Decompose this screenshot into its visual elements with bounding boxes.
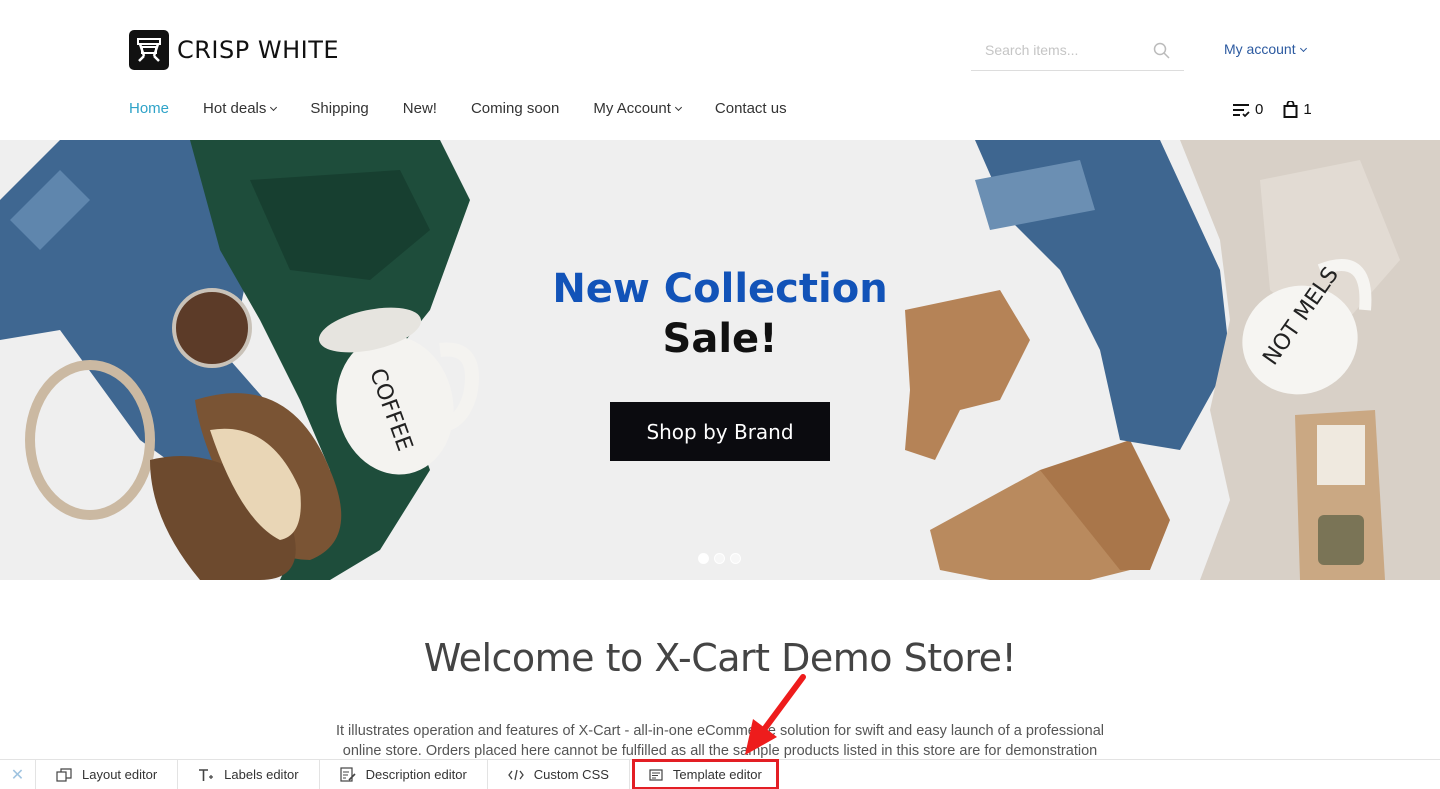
code-icon <box>507 769 524 781</box>
welcome-text: It illustrates operation and features of… <box>335 723 1105 759</box>
site-header: CRISP WHITE My account Home Hot deals Sh… <box>0 0 1440 140</box>
slider-dot[interactable] <box>698 553 709 564</box>
nav-item-label: Coming soon <box>470 100 560 117</box>
shopping-bag-icon <box>1283 101 1298 118</box>
slider-dots <box>698 553 746 564</box>
layout-editor-label: Layout editor <box>82 767 158 782</box>
nav-item-label: My Account <box>593 100 671 117</box>
nav-item-my-account[interactable]: My Account <box>593 100 682 117</box>
nav-item-label: Shipping <box>310 100 369 117</box>
nav-item-coming-soon[interactable]: Coming soon <box>471 100 559 117</box>
template-editor-button[interactable]: Template editor <box>631 759 779 789</box>
custom-css-button[interactable]: Custom CSS <box>488 759 630 789</box>
store-logo[interactable]: CRISP WHITE <box>129 30 339 70</box>
slider-dot[interactable] <box>730 553 741 564</box>
layout-icon <box>56 767 72 782</box>
description-editor-button[interactable]: Description editor <box>320 759 488 789</box>
search-input[interactable] <box>971 32 1141 68</box>
header-icons: 0 1 <box>1232 101 1312 118</box>
nav-item-label: Contact us <box>714 100 787 117</box>
nav-item-home[interactable]: Home <box>129 100 169 117</box>
nav-item-contact-us[interactable]: Contact us <box>715 100 787 117</box>
store-name: CRISP WHITE <box>177 36 340 64</box>
close-icon[interactable]: ✕ <box>0 759 36 789</box>
banner-title: New Collection <box>552 266 888 312</box>
theme-editor-toolbar: ✕ Layout editor Labels editor Descriptio… <box>0 759 1440 789</box>
banner-subtitle: Sale! <box>662 316 778 362</box>
chevron-down-icon <box>270 103 278 112</box>
layout-editor-button[interactable]: Layout editor <box>36 759 179 789</box>
compare-count: 0 <box>1255 101 1264 118</box>
compare-list-button[interactable]: 0 <box>1232 101 1263 118</box>
slider-dot[interactable] <box>714 553 725 564</box>
nav-item-hot-deals[interactable]: Hot deals <box>203 100 278 117</box>
my-account-label: My account <box>1224 41 1296 57</box>
cart-button[interactable]: 1 <box>1283 101 1312 118</box>
chevron-down-icon <box>1299 44 1307 53</box>
custom-css-label: Custom CSS <box>533 767 609 782</box>
labels-editor-button[interactable]: Labels editor <box>178 759 320 789</box>
search-icon[interactable] <box>1153 42 1170 64</box>
my-account-menu[interactable]: My account <box>1224 41 1307 57</box>
template-editor-label: Template editor <box>672 767 762 782</box>
nav-item-label: Home <box>129 100 170 117</box>
edit-doc-icon <box>340 767 356 782</box>
text-icon <box>198 768 214 782</box>
labels-editor-label: Labels editor <box>224 767 299 782</box>
search-box <box>971 32 1184 71</box>
nav-item-new[interactable]: New! <box>403 100 437 117</box>
template-icon <box>649 768 663 781</box>
compare-list-icon <box>1233 103 1250 117</box>
nav-item-label: Hot deals <box>203 100 267 117</box>
nav-item-label: New! <box>402 100 437 117</box>
shop-by-brand-button[interactable]: Shop by Brand <box>610 402 830 461</box>
chevron-down-icon <box>674 103 682 112</box>
cart-count: 1 <box>1303 101 1312 118</box>
hero-banner[interactable]: COFFEE NOT MELS New Collection Sale! Sho… <box>0 140 1440 580</box>
main-nav: Home Hot deals Shipping New! Coming soon… <box>129 100 821 117</box>
welcome-title: Welcome to X-Cart Demo Store! <box>423 636 1017 680</box>
nav-item-shipping[interactable]: Shipping <box>310 100 368 117</box>
logo-icon <box>129 30 169 70</box>
description-editor-label: Description editor <box>365 767 467 782</box>
